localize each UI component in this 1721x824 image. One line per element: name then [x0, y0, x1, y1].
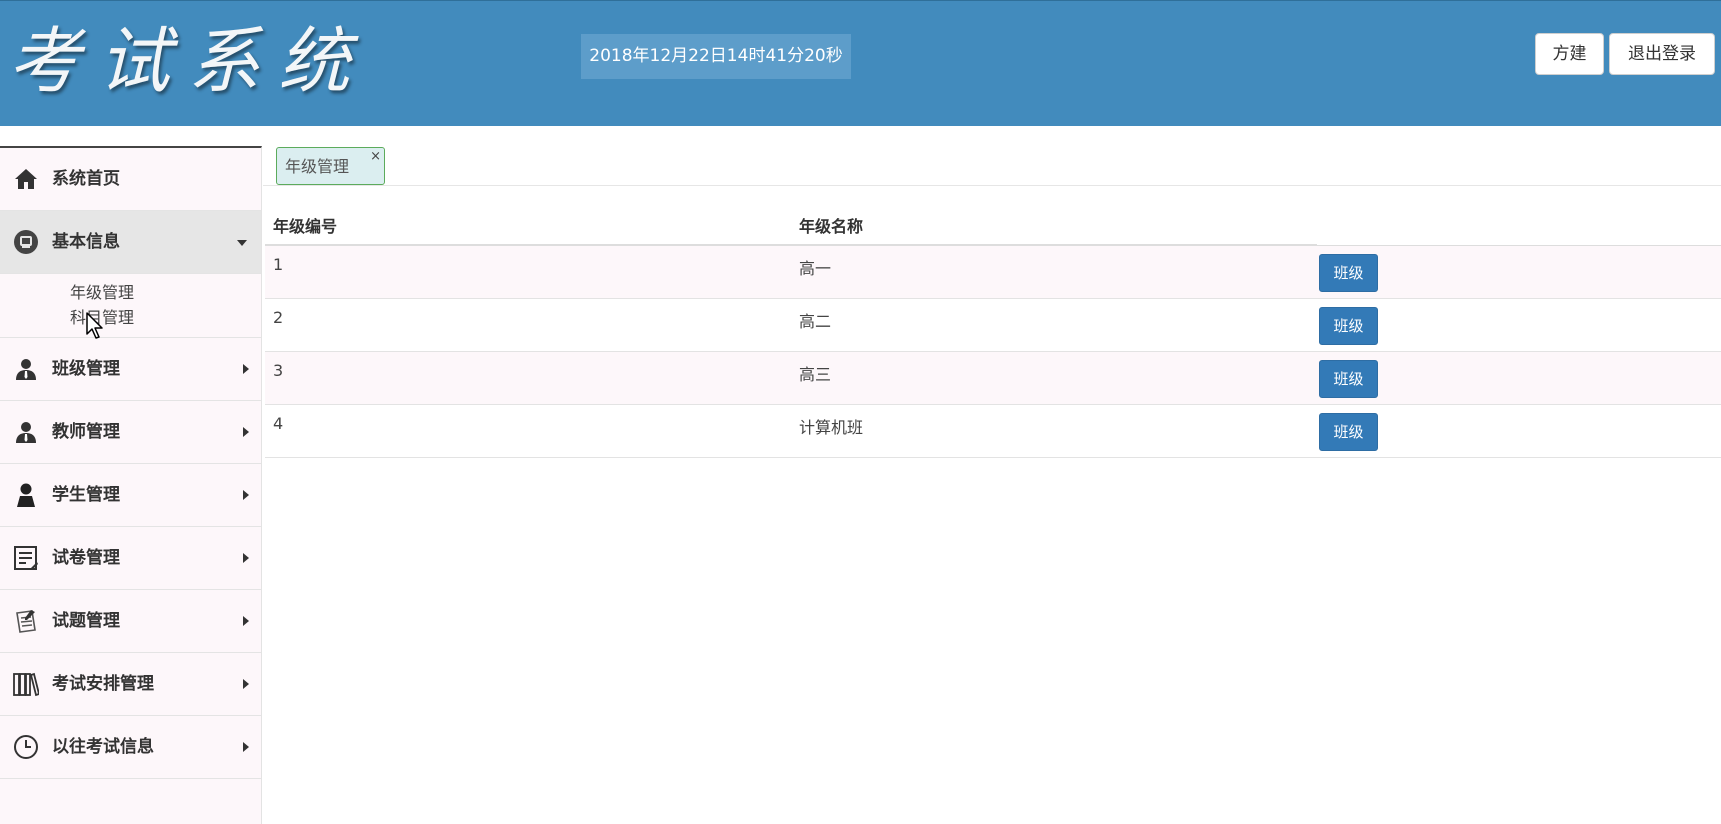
- chevron-right-icon: [243, 427, 249, 437]
- sidebar-item-label: 系统首页: [52, 169, 120, 189]
- app-logo: 考试系统: [8, 19, 369, 103]
- sidebar-item-label: 试题管理: [52, 611, 120, 631]
- user-tie-icon: [13, 356, 39, 382]
- cell-actions: 班级: [1317, 245, 1721, 299]
- table-row: 3 高三 班级: [265, 351, 1721, 405]
- document-edit-icon: [13, 545, 39, 571]
- class-button[interactable]: 班级: [1319, 412, 1378, 451]
- mouse-pointer-icon: [86, 312, 103, 339]
- chevron-right-icon: [243, 742, 249, 752]
- sidebar-item-home[interactable]: 系统首页: [0, 148, 261, 211]
- sidebar-item-label: 学生管理: [52, 485, 120, 505]
- chevron-right-icon: [243, 490, 249, 500]
- sidebar-item-label: 试卷管理: [52, 548, 120, 568]
- sidebar-item-label: 基本信息: [52, 232, 120, 252]
- cell-grade-name: 计算机班: [791, 404, 1317, 458]
- sidebar-item-student[interactable]: 学生管理: [0, 464, 261, 527]
- chevron-right-icon: [243, 616, 249, 626]
- cell-actions: 班级: [1317, 298, 1721, 352]
- basic-info-submenu: 年级管理 科目管理: [0, 274, 261, 338]
- tab-label: 年级管理: [285, 157, 350, 176]
- sidebar-item-past-exams[interactable]: 以往考试信息: [0, 716, 261, 779]
- class-button[interactable]: 班级: [1319, 253, 1378, 292]
- sidebar-item-question[interactable]: 试题管理: [0, 590, 261, 653]
- sidebar-item-teacher[interactable]: 教师管理: [0, 401, 261, 464]
- column-header-grade-name: 年级名称: [791, 205, 1317, 246]
- sidebar-item-basic-info[interactable]: 基本信息: [0, 211, 261, 274]
- table-row: 1 高一 班级: [265, 245, 1721, 299]
- chevron-down-icon: [237, 240, 247, 246]
- cell-actions: 班级: [1317, 404, 1721, 458]
- sidebar-item-label: 考试安排管理: [52, 674, 154, 694]
- user-icon: [13, 482, 39, 508]
- sidebar-item-class[interactable]: 班级管理: [0, 338, 261, 401]
- table-row: 4 计算机班 班级: [265, 404, 1721, 458]
- home-icon: [13, 166, 39, 192]
- info-circle-icon: [13, 229, 39, 255]
- table-row: 2 高二 班级: [265, 298, 1721, 352]
- submenu-item-subject[interactable]: 科目管理: [0, 305, 261, 330]
- cell-grade-name: 高三: [791, 351, 1317, 405]
- cell-grade-name: 高一: [791, 245, 1317, 299]
- grade-table: 年级编号 年级名称 1 高一 班级 2 高二 班级 3 高三 班级 4 计算机班…: [265, 205, 1721, 458]
- chevron-right-icon: [243, 679, 249, 689]
- clock-icon: [13, 734, 39, 760]
- class-button[interactable]: 班级: [1319, 306, 1378, 345]
- datetime-display: 2018年12月22日14时41分20秒: [581, 34, 851, 79]
- sidebar-item-label: 班级管理: [52, 359, 120, 379]
- logout-button[interactable]: 退出登录: [1609, 33, 1715, 75]
- sidebar-nav: 系统首页 基本信息 年级管理 科目管理 班级管理 教师管理 学生管理 试卷管理 …: [0, 146, 262, 824]
- cell-grade-id: 4: [265, 404, 791, 458]
- table-header-row: 年级编号 年级名称: [265, 205, 1721, 246]
- top-header: 考试系统 2018年12月22日14时41分20秒 方建 退出登录: [0, 0, 1721, 126]
- sidebar-item-exam-schedule[interactable]: 考试安排管理: [0, 653, 261, 716]
- column-header-grade-id: 年级编号: [265, 205, 791, 246]
- question-list-icon: [13, 608, 39, 634]
- submenu-item-grade[interactable]: 年级管理: [0, 280, 261, 305]
- tab-grade-management[interactable]: 年级管理 ×: [276, 147, 385, 185]
- cell-grade-id: 2: [265, 298, 791, 352]
- chevron-right-icon: [243, 553, 249, 563]
- sidebar-item-label: 教师管理: [52, 422, 120, 442]
- sidebar-item-paper[interactable]: 试卷管理: [0, 527, 261, 590]
- chevron-right-icon: [243, 364, 249, 374]
- user-tie-icon: [13, 419, 39, 445]
- books-icon: [13, 671, 39, 697]
- sidebar-item-label: 以往考试信息: [52, 737, 154, 757]
- cell-grade-name: 高二: [791, 298, 1317, 352]
- column-header-actions: [1317, 205, 1721, 246]
- user-button[interactable]: 方建: [1535, 33, 1604, 75]
- tab-bar: 年级管理 ×: [263, 146, 1721, 186]
- close-icon[interactable]: ×: [370, 150, 381, 164]
- cell-grade-id: 1: [265, 245, 791, 299]
- cell-grade-id: 3: [265, 351, 791, 405]
- cell-actions: 班级: [1317, 351, 1721, 405]
- class-button[interactable]: 班级: [1319, 359, 1378, 398]
